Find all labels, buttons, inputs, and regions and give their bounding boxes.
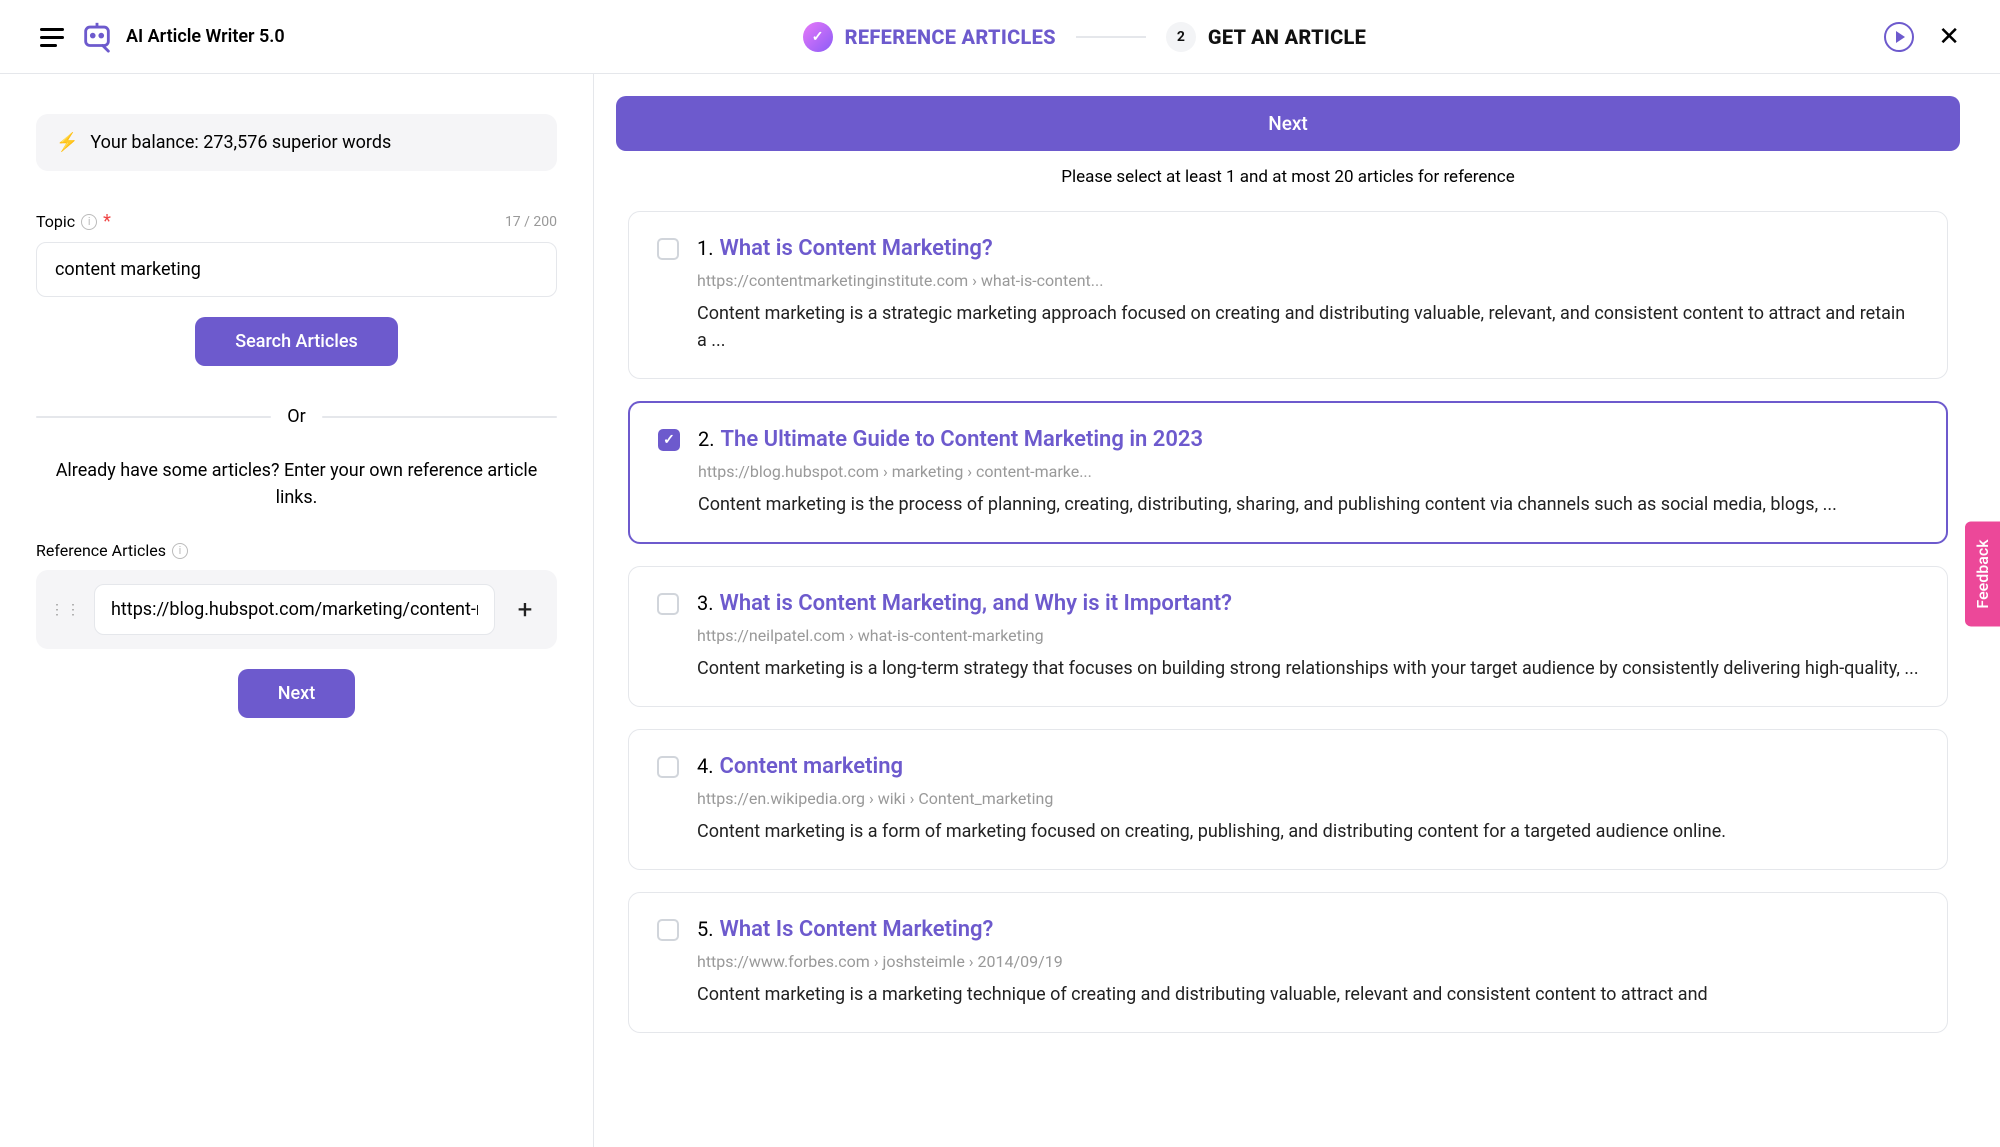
check-icon: ✓: [803, 22, 833, 52]
bolt-icon: ⚡: [56, 132, 78, 153]
result-description: Content marketing is a long-term strateg…: [697, 655, 1919, 682]
app-logo-icon: [80, 20, 114, 54]
result-checkbox[interactable]: [657, 756, 679, 778]
app-title: AI Article Writer 5.0: [126, 26, 285, 47]
result-url: https://blog.hubspot.com › marketing › c…: [698, 462, 1918, 481]
balance-box: ⚡ Your balance: 273,576 superior words: [36, 114, 557, 171]
info-icon[interactable]: i: [81, 214, 97, 230]
result-card[interactable]: 1. What is Content Marketing? https://co…: [628, 211, 1948, 379]
result-title[interactable]: Content marketing: [720, 754, 904, 779]
result-description: Content marketing is a form of marketing…: [697, 818, 1919, 845]
result-number: 4.: [697, 754, 714, 778]
menu-icon[interactable]: [40, 28, 64, 46]
step-reference-articles[interactable]: ✓ REFERENCE ARTICLES: [803, 22, 1056, 52]
balance-text: Your balance: 273,576 superior words: [90, 132, 391, 153]
result-title[interactable]: What is Content Marketing, and Why is it…: [720, 591, 1232, 616]
result-title[interactable]: What is Content Marketing?: [720, 236, 993, 261]
result-checkbox[interactable]: [657, 238, 679, 260]
result-title[interactable]: The Ultimate Guide to Content Marketing …: [721, 427, 1204, 452]
or-text: Or: [287, 406, 305, 427]
result-url: https://en.wikipedia.org › wiki › Conten…: [697, 789, 1919, 808]
result-checkbox[interactable]: [657, 919, 679, 941]
result-card[interactable]: 4. Content marketing https://en.wikipedi…: [628, 729, 1948, 870]
result-card[interactable]: 5. What Is Content Marketing? https://ww…: [628, 892, 1948, 1033]
result-description: Content marketing is a marketing techniq…: [697, 981, 1919, 1008]
selection-hint: Please select at least 1 and at most 20 …: [616, 167, 1960, 187]
result-number: 2.: [698, 427, 715, 451]
char-counter: 17 / 200: [505, 214, 557, 230]
help-text: Already have some articles? Enter your o…: [36, 457, 557, 511]
result-title[interactable]: What Is Content Marketing?: [720, 917, 994, 942]
step-get-article[interactable]: 2 GET AN ARTICLE: [1166, 22, 1366, 52]
result-checkbox[interactable]: [658, 429, 680, 451]
add-icon[interactable]: +: [507, 592, 543, 628]
result-url: https://neilpatel.com › what-is-content-…: [697, 626, 1919, 645]
divider-line: [36, 416, 271, 418]
topic-label: Topic i *: [36, 211, 111, 232]
result-url: https://www.forbes.com › joshsteimle › 2…: [697, 952, 1919, 971]
result-description: Content marketing is the process of plan…: [698, 491, 1918, 518]
required-asterisk: *: [103, 211, 111, 232]
result-description: Content marketing is a strategic marketi…: [697, 300, 1919, 354]
play-icon[interactable]: [1884, 22, 1914, 52]
search-articles-button[interactable]: Search Articles: [195, 317, 398, 366]
step-divider: [1076, 36, 1146, 38]
topic-input[interactable]: [36, 242, 557, 297]
result-checkbox[interactable]: [657, 593, 679, 615]
result-card[interactable]: 3. What is Content Marketing, and Why is…: [628, 566, 1948, 707]
result-number: 5.: [697, 917, 714, 941]
divider-line: [322, 416, 557, 418]
step-label: GET AN ARTICLE: [1208, 25, 1366, 49]
reference-url-input[interactable]: [94, 584, 495, 635]
close-icon[interactable]: ✕: [1938, 22, 1960, 52]
drag-handle-icon[interactable]: ⋮⋮: [50, 602, 82, 618]
result-card[interactable]: 2. The Ultimate Guide to Content Marketi…: [628, 401, 1948, 544]
feedback-tab[interactable]: Feedback: [1965, 521, 2000, 626]
info-icon[interactable]: i: [172, 543, 188, 559]
step-number-badge: 2: [1166, 22, 1196, 52]
result-url: https://contentmarketinginstitute.com › …: [697, 271, 1919, 290]
result-number: 1.: [697, 236, 714, 260]
reference-articles-label: Reference Articles i: [36, 541, 557, 560]
next-button[interactable]: Next: [616, 96, 1960, 151]
result-number: 3.: [697, 591, 714, 615]
sidebar-next-button[interactable]: Next: [238, 669, 355, 718]
step-label: REFERENCE ARTICLES: [845, 25, 1056, 49]
